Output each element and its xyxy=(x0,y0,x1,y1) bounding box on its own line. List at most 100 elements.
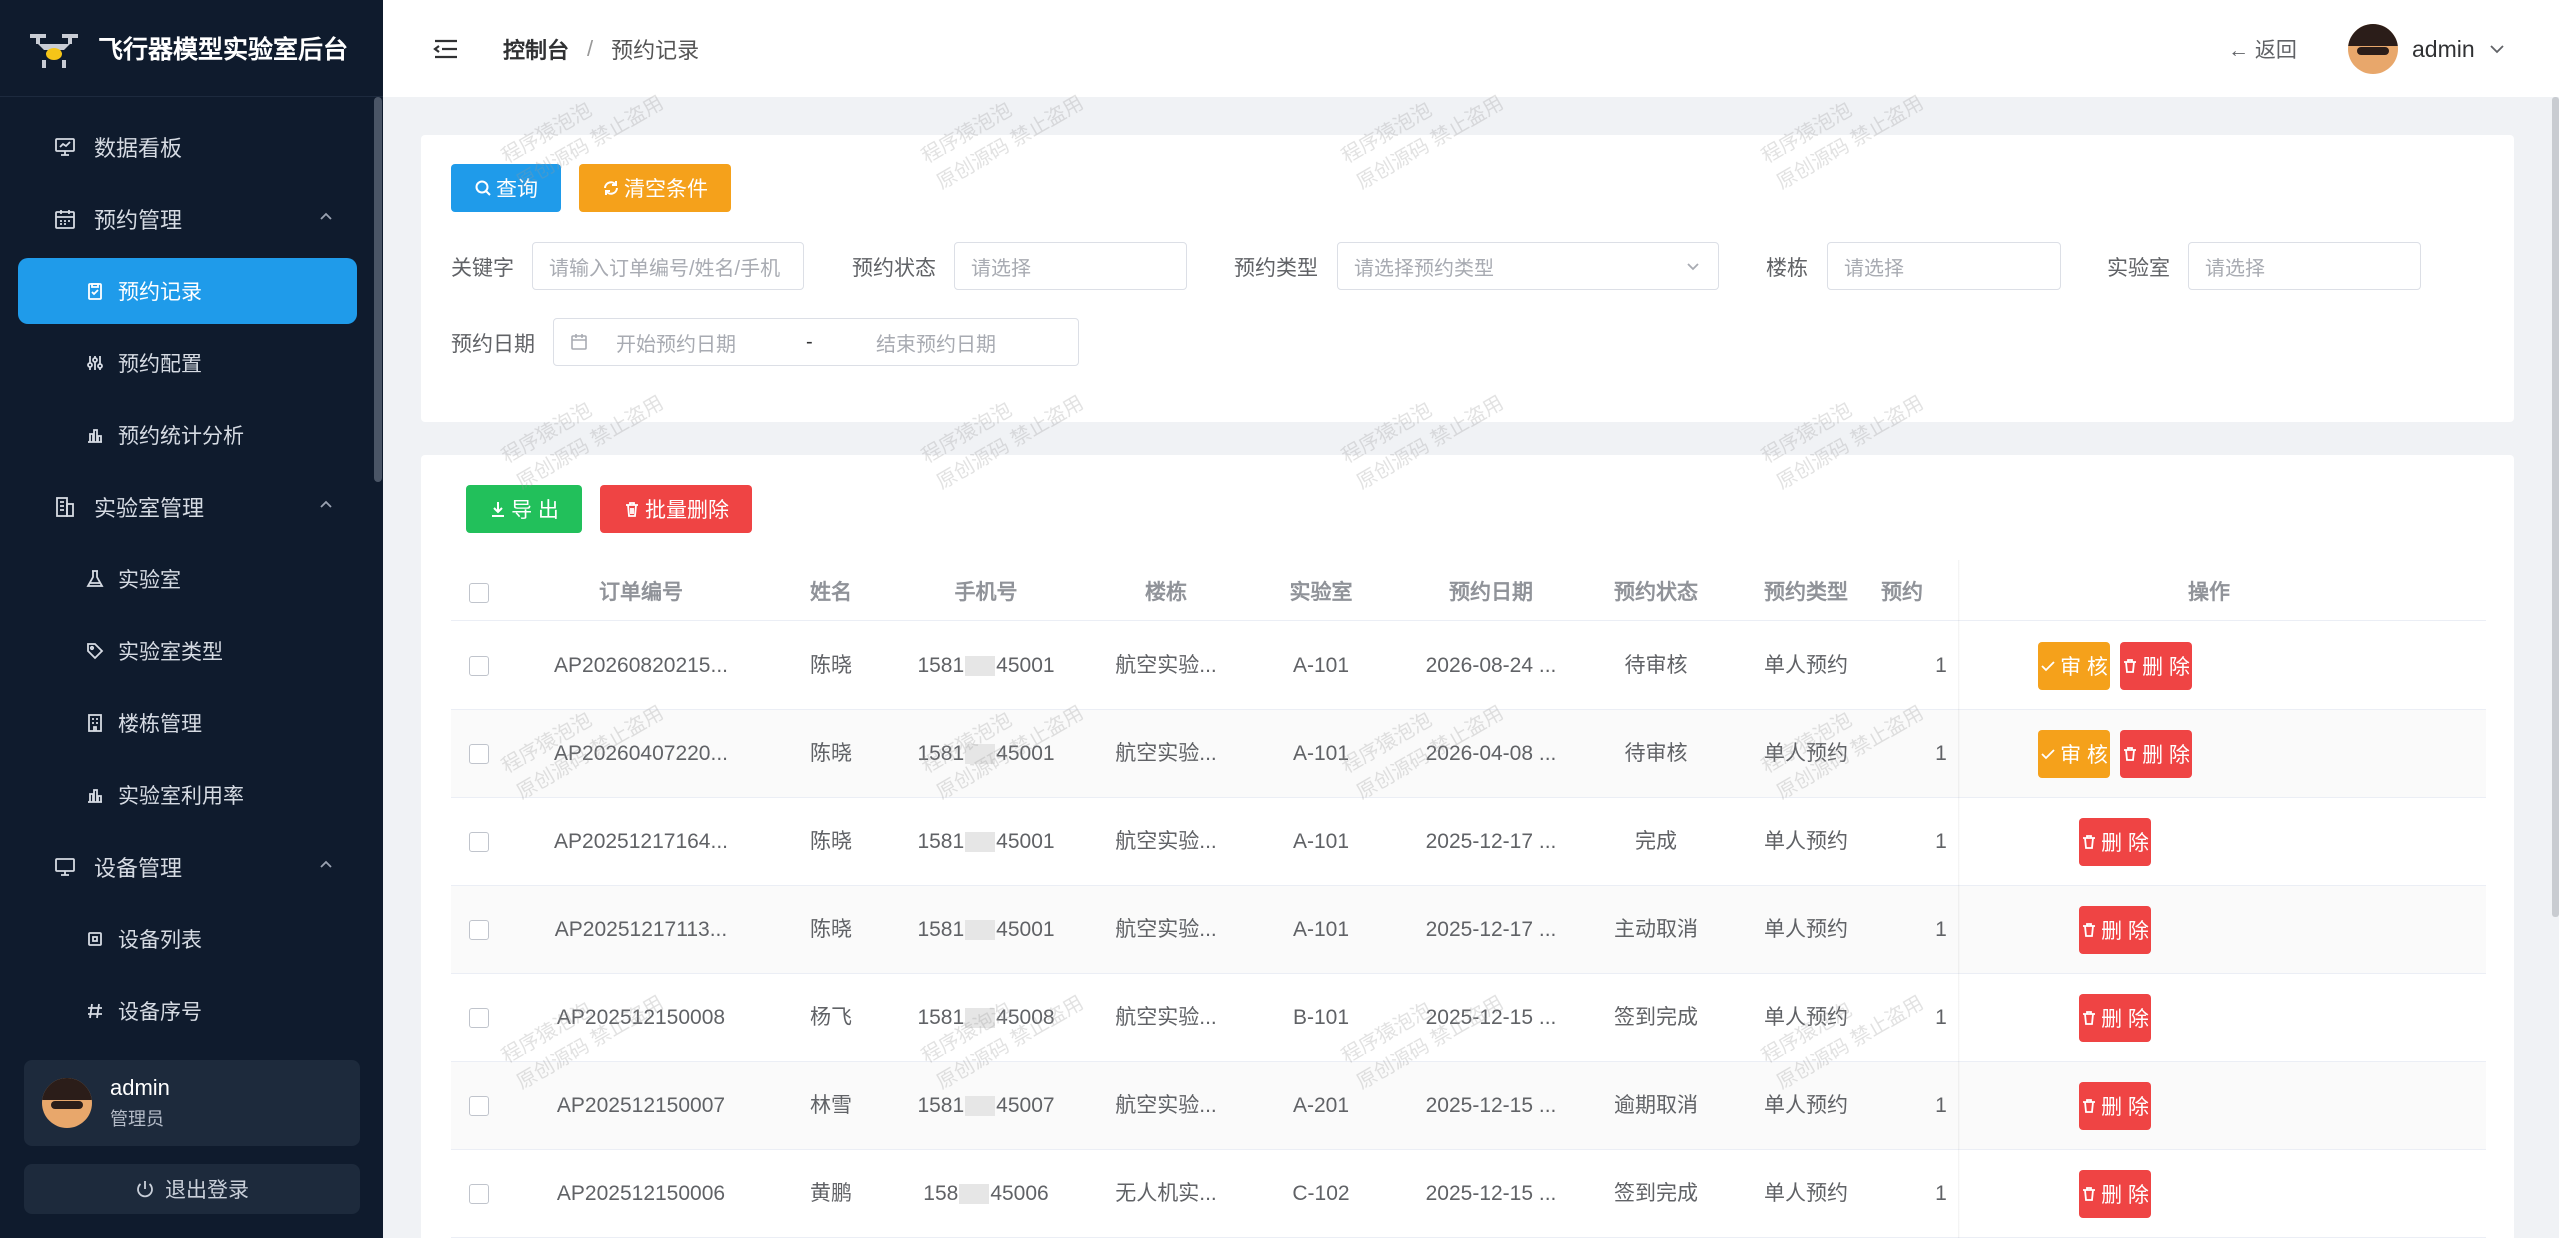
delete-button[interactable]: 删 除 xyxy=(2120,730,2192,778)
delete-button[interactable]: 删 除 xyxy=(2120,642,2192,690)
column-header[interactable]: 楼栋 xyxy=(1091,565,1241,621)
office-icon xyxy=(84,712,106,734)
column-header[interactable]: 预约日期 xyxy=(1401,565,1581,621)
name-cell: 杨飞 xyxy=(810,1006,852,1029)
keyword-input[interactable]: 请输入订单编号/姓名/手机 xyxy=(532,242,804,290)
lab-select[interactable]: 请选择 xyxy=(2188,242,2421,290)
phone-prefix: 1581 xyxy=(917,918,965,941)
sidebar-item-booking-records[interactable]: 预约记录 xyxy=(18,258,357,324)
column-header[interactable]: 实验室 xyxy=(1251,565,1391,621)
sidebar-item-lab-utilization[interactable]: 实验室利用率 xyxy=(0,759,383,831)
audit-button[interactable]: 审 核 xyxy=(2038,642,2110,690)
column-header[interactable]: 姓名 xyxy=(781,565,881,621)
sidebar-item-dashboard[interactable]: 数据看板 xyxy=(0,111,383,183)
chevron-up-icon xyxy=(320,212,332,220)
check-icon xyxy=(2041,661,2055,672)
type-select[interactable]: 请选择预约类型 xyxy=(1337,242,1719,290)
clear-conditions-button[interactable]: 清空条件 xyxy=(579,164,731,212)
header-user-name: admin xyxy=(2412,35,2475,62)
page-scrollbar[interactable] xyxy=(2552,97,2559,917)
sidebar-item-booking-config[interactable]: 预约配置 xyxy=(0,327,383,399)
phone-mask xyxy=(965,1096,996,1117)
status-cell: 签到完成 xyxy=(1614,1006,1698,1029)
sidebar-item-lab-type[interactable]: 实验室类型 xyxy=(0,615,383,687)
status-select[interactable]: 请选择 xyxy=(954,242,1187,290)
column-header[interactable]: 手机号 xyxy=(891,565,1081,621)
row-checkbox[interactable] xyxy=(469,832,489,852)
trash-icon xyxy=(2124,747,2137,761)
sidebar-item-building[interactable]: 楼栋管理 xyxy=(0,687,383,759)
delete-button[interactable]: 删 除 xyxy=(2079,1170,2151,1218)
batch-delete-label: 批量删除 xyxy=(645,499,729,522)
table-row[interactable]: AP20251217164... 陈晓 1581 45001 航空实验... A-101 2… xyxy=(451,798,2486,886)
delete-button[interactable]: 删 除 xyxy=(2079,1082,2151,1130)
table-row[interactable]: AP20251217113... 陈晓 1581 45001 航空实验... A-101 2… xyxy=(451,886,2486,974)
name-cell: 林雪 xyxy=(810,1094,852,1117)
table-row[interactable]: AP202512150006 黄鹏 158 45006 无人机实... C-102 2025… xyxy=(451,1150,2486,1238)
sidebar-item-label: 设备管理 xyxy=(94,856,183,881)
phone-mask xyxy=(959,1184,990,1205)
end-date-placeholder[interactable]: 结束预约日期 xyxy=(876,328,996,357)
breadcrumb-item[interactable]: 控制台 xyxy=(503,33,569,65)
sidebar-item-device-serial[interactable]: 设备序号 xyxy=(0,975,383,1047)
avatar xyxy=(42,1078,92,1128)
column-header[interactable]: 预约状态 xyxy=(1581,565,1731,621)
keyword-label: 关键字 xyxy=(451,257,514,280)
phone-cell: 1581 45001 xyxy=(891,886,1081,974)
sidebar-item-label: 预约记录 xyxy=(118,281,202,304)
sidebar-item-lab-management[interactable]: 实验室管理 xyxy=(0,471,383,543)
column-header[interactable]: 订单编号 xyxy=(521,565,761,621)
building-select[interactable]: 请选择 xyxy=(1827,242,2061,290)
select-all-checkbox[interactable] xyxy=(469,583,489,603)
building-placeholder: 请选择 xyxy=(1844,257,1904,280)
logout-button[interactable]: 退出登录 xyxy=(24,1164,360,1214)
batch-delete-button[interactable]: 批量删除 xyxy=(600,485,752,533)
date-range-picker[interactable]: 开始预约日期 - 结束预约日期 xyxy=(553,318,1079,366)
extra-cell: 1 xyxy=(1935,742,1947,765)
sidebar-item-booking-stats[interactable]: 预约统计分析 xyxy=(0,399,383,471)
sidebar-item-label: 预约统计分析 xyxy=(118,425,244,448)
check-icon xyxy=(2041,749,2055,760)
row-checkbox[interactable] xyxy=(469,1184,489,1204)
phone-mask xyxy=(965,920,996,941)
column-header[interactable]: 预约 xyxy=(1881,565,1951,621)
phone-prefix: 158 xyxy=(923,1182,959,1205)
row-checkbox[interactable] xyxy=(469,656,489,676)
lab-cell: A-101 xyxy=(1292,918,1350,941)
column-header[interactable]: 预约类型 xyxy=(1731,565,1881,621)
row-checkbox[interactable] xyxy=(469,1008,489,1028)
delete-button[interactable]: 删 除 xyxy=(2079,906,2151,954)
start-date-placeholder[interactable]: 开始预约日期 xyxy=(616,328,806,357)
back-link[interactable]: ← 返回 xyxy=(2228,34,2297,64)
refresh-icon xyxy=(604,181,618,195)
type-label: 预约类型 xyxy=(1234,257,1318,280)
sidebar-item-booking-management[interactable]: 预约管理 xyxy=(0,183,383,255)
row-checkbox[interactable] xyxy=(469,744,489,764)
bar-chart-icon xyxy=(84,784,106,806)
download-icon xyxy=(492,502,505,517)
status-cell: 待审核 xyxy=(1624,654,1688,677)
sidebar-item-device-list[interactable]: 设备列表 xyxy=(0,903,383,975)
delete-button[interactable]: 删 除 xyxy=(2079,818,2151,866)
status-cell: 逾期取消 xyxy=(1614,1094,1698,1117)
sidebar-item-device-management[interactable]: 设备管理 xyxy=(0,831,383,903)
header-user-menu[interactable]: admin xyxy=(2348,24,2505,74)
audit-button[interactable]: 审 核 xyxy=(2038,730,2110,778)
status-placeholder: 请选择 xyxy=(971,257,1031,280)
table-row[interactable]: AP202512150007 林雪 1581 45007 航空实验... A-201 202… xyxy=(451,1062,2486,1150)
search-icon xyxy=(475,180,491,196)
lab-cell: C-102 xyxy=(1292,1182,1350,1205)
sidebar-user-card[interactable]: admin 管理员 xyxy=(24,1060,360,1146)
delete-button[interactable]: 删 除 xyxy=(2079,994,2151,1042)
calendar-icon xyxy=(571,334,587,350)
row-checkbox[interactable] xyxy=(469,1096,489,1116)
date-range-separator: - xyxy=(806,330,813,353)
menu-fold-icon[interactable] xyxy=(433,38,459,60)
clear-label: 清空条件 xyxy=(624,178,708,201)
extra-cell: 1 xyxy=(1935,1006,1947,1029)
sidebar-item-lab[interactable]: 实验室 xyxy=(0,543,383,615)
extra-cell: 1 xyxy=(1935,654,1947,677)
sidebar-scrollbar[interactable] xyxy=(374,97,382,482)
row-checkbox[interactable] xyxy=(469,920,489,940)
building-cell: 航空实验... xyxy=(1115,1094,1217,1117)
